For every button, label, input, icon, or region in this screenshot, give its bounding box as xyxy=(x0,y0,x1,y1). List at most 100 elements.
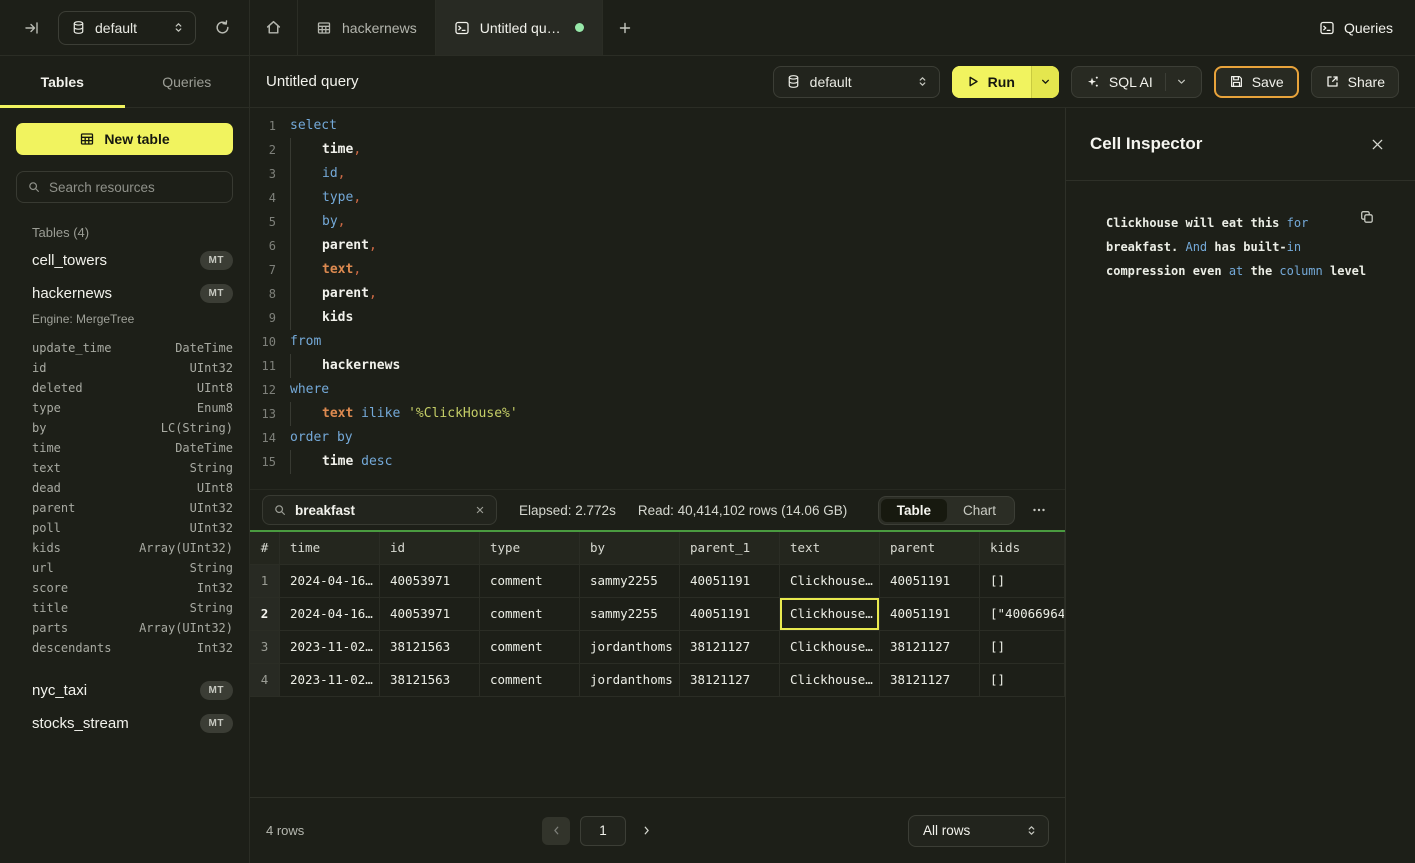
resource-search-input[interactable] xyxy=(49,180,226,195)
table-cell[interactable]: 40051191 xyxy=(880,565,980,598)
column-header[interactable]: id xyxy=(380,532,480,565)
collapse-sidebar-button[interactable] xyxy=(20,16,44,40)
query-connection-selector[interactable]: default xyxy=(773,66,940,98)
table-cell[interactable]: 38121127 xyxy=(880,664,980,697)
close-inspector-button[interactable] xyxy=(1366,133,1389,156)
editor-line[interactable]: 5by, xyxy=(250,210,1065,234)
table-cell[interactable]: jordanthoms xyxy=(580,631,680,664)
column-header[interactable]: parent_1 xyxy=(680,532,780,565)
table-cell[interactable]: Clickhouse… xyxy=(780,631,880,664)
table-row[interactable]: 22024-04-16…40053971commentsammy22554005… xyxy=(250,598,1065,631)
copy-button[interactable] xyxy=(1359,209,1375,225)
table-cell[interactable]: comment xyxy=(480,664,580,697)
table-cell[interactable]: 40051191 xyxy=(680,565,780,598)
column-header[interactable]: by xyxy=(580,532,680,565)
table-cell[interactable]: Clickhouse… xyxy=(780,565,880,598)
refresh-button[interactable] xyxy=(210,15,235,40)
view-tab-chart[interactable]: Chart xyxy=(947,499,1012,522)
queries-button[interactable]: Queries xyxy=(1319,20,1393,36)
editor-line[interactable]: 8parent, xyxy=(250,282,1065,306)
table-list-item-hackernews[interactable]: hackernews MT xyxy=(16,277,233,310)
sidebar-tab-queries[interactable]: Queries xyxy=(125,56,250,107)
sidebar-tab-tables[interactable]: Tables xyxy=(0,56,125,107)
results-search-input[interactable] xyxy=(295,503,466,518)
sql-ai-caret[interactable] xyxy=(1165,73,1188,91)
new-tab-button[interactable] xyxy=(603,0,647,55)
resource-search[interactable] xyxy=(16,171,233,203)
column-header[interactable]: # xyxy=(250,532,280,565)
table-cell[interactable]: [] xyxy=(980,664,1065,697)
table-cell[interactable]: comment xyxy=(480,598,580,631)
table-cell[interactable]: ["40066964… xyxy=(980,598,1065,631)
editor-line[interactable]: 14order by xyxy=(250,426,1065,450)
column-header[interactable]: kids xyxy=(980,532,1065,565)
view-tab-table[interactable]: Table xyxy=(881,499,947,522)
editor-line[interactable]: 11hackernews xyxy=(250,354,1065,378)
clear-search-icon[interactable] xyxy=(474,504,486,516)
table-cell[interactable]: 38121127 xyxy=(680,664,780,697)
page-size-selector[interactable]: All rows xyxy=(908,815,1049,847)
more-options-button[interactable] xyxy=(1025,500,1053,520)
editor-line[interactable]: 9kids xyxy=(250,306,1065,330)
table-cell[interactable]: 2023-11-02… xyxy=(280,664,380,697)
table-cell[interactable]: Clickhouse… xyxy=(780,664,880,697)
table-cell[interactable]: 40051191 xyxy=(880,598,980,631)
results-search[interactable] xyxy=(262,495,497,525)
tab-home[interactable] xyxy=(250,0,298,55)
editor-line[interactable]: 13text ilike '%ClickHouse%' xyxy=(250,402,1065,426)
table-cell[interactable]: sammy2255 xyxy=(580,565,680,598)
table-cell[interactable]: 2024-04-16… xyxy=(280,565,380,598)
table-cell[interactable]: 38121127 xyxy=(880,631,980,664)
table-cell[interactable]: 40053971 xyxy=(380,565,480,598)
tab-hackernews[interactable]: hackernews xyxy=(298,0,436,55)
run-options-caret[interactable] xyxy=(1031,66,1059,98)
row-number-cell[interactable]: 3 xyxy=(250,631,280,664)
row-number-cell[interactable]: 1 xyxy=(250,565,280,598)
sql-ai-button[interactable]: SQL AI xyxy=(1071,66,1202,98)
table-cell[interactable]: sammy2255 xyxy=(580,598,680,631)
page-number-input[interactable]: 1 xyxy=(580,816,626,846)
table-cell[interactable]: Clickhouse… xyxy=(780,598,880,631)
connection-selector[interactable]: default xyxy=(58,11,196,45)
row-number-cell[interactable]: 4 xyxy=(250,664,280,697)
editor-line[interactable]: 7text, xyxy=(250,258,1065,282)
editor-line[interactable]: 4type, xyxy=(250,186,1065,210)
editor-line[interactable]: 2time, xyxy=(250,138,1065,162)
table-row[interactable]: 32023-11-02…38121563commentjordanthoms 38… xyxy=(250,631,1065,664)
prev-page-button[interactable] xyxy=(542,817,570,845)
table-cell[interactable]: 2024-04-16… xyxy=(280,598,380,631)
save-button[interactable]: Save xyxy=(1214,66,1299,98)
table-row[interactable]: 12024-04-16…40053971commentsammy22554005… xyxy=(250,565,1065,598)
column-header[interactable]: text xyxy=(780,532,880,565)
editor-line[interactable]: 1select xyxy=(250,114,1065,138)
editor-line[interactable]: 3id, xyxy=(250,162,1065,186)
run-button-main[interactable]: Run xyxy=(952,66,1031,98)
table-cell[interactable]: jordanthoms xyxy=(580,664,680,697)
tab-untitled-query[interactable]: Untitled qu… xyxy=(436,0,603,55)
editor-line[interactable]: 12where xyxy=(250,378,1065,402)
table-cell[interactable]: [] xyxy=(980,565,1065,598)
editor-line[interactable]: 15time desc xyxy=(250,450,1065,474)
share-button[interactable]: Share xyxy=(1311,66,1399,98)
row-number-cell[interactable]: 2 xyxy=(250,598,280,631)
table-cell[interactable]: 40051191 xyxy=(680,598,780,631)
table-list-item-cell-towers[interactable]: cell_towers MT xyxy=(16,244,233,277)
column-header[interactable]: type xyxy=(480,532,580,565)
column-header[interactable]: time xyxy=(280,532,380,565)
run-button[interactable]: Run xyxy=(952,66,1059,98)
next-page-button[interactable] xyxy=(636,820,657,841)
table-row[interactable]: 42023-11-02…38121563commentjordanthoms38… xyxy=(250,664,1065,697)
table-cell[interactable]: comment xyxy=(480,565,580,598)
editor-line[interactable]: 6parent, xyxy=(250,234,1065,258)
table-list-item-stocks-stream[interactable]: stocks_stream MT xyxy=(16,707,233,740)
table-cell[interactable]: 38121563 xyxy=(380,664,480,697)
column-header[interactable]: parent xyxy=(880,532,980,565)
table-cell[interactable]: 40053971 xyxy=(380,598,480,631)
table-cell[interactable]: comment xyxy=(480,631,580,664)
table-cell[interactable]: 38121563 xyxy=(380,631,480,664)
editor-line[interactable]: 10from xyxy=(250,330,1065,354)
table-cell[interactable]: 2023-11-02… xyxy=(280,631,380,664)
sql-editor[interactable]: 1select2time,3id,4type,5by,6parent,7text… xyxy=(250,108,1065,490)
new-table-button[interactable]: New table xyxy=(16,123,233,155)
table-list-item-nyc-taxi[interactable]: nyc_taxi MT xyxy=(16,674,233,707)
